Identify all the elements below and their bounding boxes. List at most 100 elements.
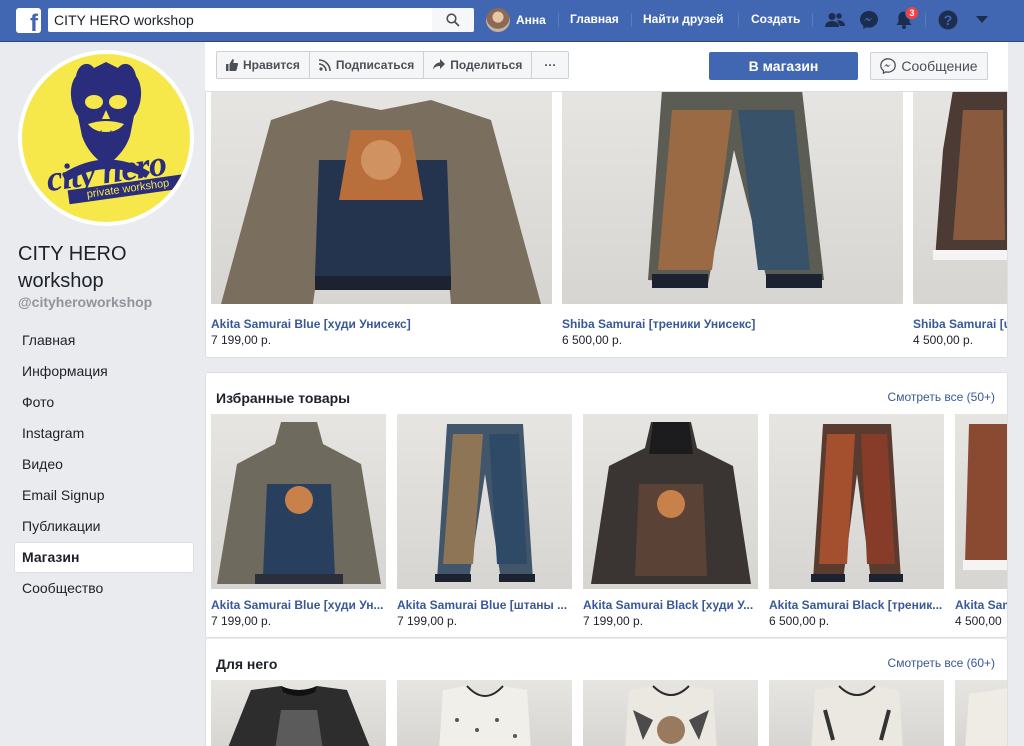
page-action-bar: Нравится Подписаться Поделиться ··· В ма… (205, 42, 1008, 92)
product-name[interactable]: Shiba Samurai [u (913, 317, 1007, 331)
follow-button-label: Подписаться (335, 58, 415, 72)
help-icon[interactable]: ? (937, 9, 959, 31)
product-image[interactable] (397, 414, 572, 589)
facebook-logo-icon[interactable]: f (16, 8, 41, 37)
page-title[interactable]: CITY HERO workshop (18, 241, 198, 295)
product-card[interactable] (583, 680, 758, 746)
product-card[interactable] (955, 680, 1007, 746)
top-navigation-bar: f Анна Главная Найти друзей Создать 3 ? (0, 0, 1024, 42)
search-button[interactable] (432, 8, 474, 32)
page-sidebar-nav: Главная Информация Фото Instagram Видео … (14, 325, 194, 604)
product-card[interactable]: Shiba Samurai [u 4 500,00 р. (913, 90, 1007, 350)
see-all-link[interactable]: Смотреть все (60+) (888, 656, 995, 670)
product-card[interactable]: Akita Samurai Blue [штаны ... 7 199,00 р… (397, 414, 572, 629)
messenger-icon[interactable] (858, 9, 880, 31)
profile-picture[interactable]: city hero private workshop (18, 50, 194, 226)
share-arrow-icon (433, 59, 446, 70)
sidebar-item-photos[interactable]: Фото (14, 387, 194, 418)
send-message-label: Сообщение (901, 58, 978, 74)
product-image[interactable] (583, 414, 758, 589)
nav-divider (925, 13, 926, 27)
product-card[interactable]: Shiba Samurai [треники Унисекс] 6 500,00… (562, 90, 903, 350)
more-dots-icon: ··· (544, 58, 557, 72)
sidebar-item-posts[interactable]: Публикации (14, 511, 194, 542)
product-card[interactable]: Akita Samurai Black [худи У... 7 199,00 … (583, 414, 758, 629)
for-him-section: Для него Смотреть все (60+) (205, 639, 1008, 746)
share-button-label: Поделиться (450, 58, 523, 72)
search-icon (446, 13, 460, 27)
profile-link[interactable]: Анна (486, 8, 546, 32)
like-button[interactable]: Нравится (217, 52, 310, 78)
product-price: 7 199,00 р. (211, 614, 272, 628)
sidebar-item-info[interactable]: Информация (14, 356, 194, 387)
avatar (486, 8, 510, 32)
brand-logo: city hero private workshop (22, 54, 190, 222)
product-card[interactable] (769, 680, 944, 746)
like-button-label: Нравится (243, 58, 300, 72)
send-message-button[interactable]: Сообщение (870, 52, 988, 80)
sidebar-item-shop[interactable]: Магазин (14, 542, 194, 573)
product-name[interactable]: Shiba Samurai [треники Унисекс] (562, 317, 903, 331)
product-image[interactable] (583, 680, 758, 746)
search-input[interactable] (48, 8, 432, 32)
thumbs-up-icon (226, 59, 238, 71)
sidebar-item-home[interactable]: Главная (14, 325, 194, 356)
product-name[interactable]: Akita Samurai Blue [штаны ... (397, 598, 572, 612)
see-all-link[interactable]: Смотреть все (50+) (888, 390, 995, 404)
share-button[interactable]: Поделиться (424, 52, 533, 78)
product-price: 7 199,00 р. (397, 614, 458, 628)
user-name: Анна (516, 13, 546, 27)
svg-text:?: ? (944, 12, 953, 28)
product-card[interactable]: Akita Samurai Black [треник... 6 500,00 … (769, 414, 944, 629)
featured-products-section: Избранные товары Смотреть все (50+) Akit… (205, 372, 1008, 638)
product-name[interactable]: Akita Samurai Blue [худи Ун... (211, 598, 386, 612)
product-image[interactable] (562, 90, 903, 304)
page-handle[interactable]: @cityheroworkshop (18, 294, 152, 310)
sidebar-item-email-signup[interactable]: Email Signup (14, 480, 194, 511)
nav-divider (558, 13, 559, 27)
go-to-shop-button[interactable]: В магазин (709, 52, 858, 80)
product-price: 6 500,00 р. (562, 333, 623, 347)
product-name[interactable]: Akita Samurai Blue [худи Унисекс] (211, 317, 552, 331)
nav-home-link[interactable]: Главная (570, 12, 619, 26)
nav-divider (812, 13, 813, 27)
facebook-logo-letter: f (30, 10, 38, 37)
more-options-button[interactable]: ··· (532, 52, 568, 78)
sidebar-item-instagram[interactable]: Instagram (14, 418, 194, 449)
messenger-icon (880, 58, 897, 74)
product-name[interactable]: Akita Samurai Black [худи У... (583, 598, 758, 612)
product-card[interactable] (397, 680, 572, 746)
chevron-down-icon[interactable] (971, 9, 993, 31)
product-name[interactable]: Akita Samurai Black [треник... (769, 598, 944, 612)
shop-products-section: Akita Samurai Blue [худи Унисекс] 7 199,… (205, 60, 1008, 358)
product-price: 7 199,00 р. (583, 614, 644, 628)
page-actions-group: Нравится Подписаться Поделиться ··· (216, 51, 570, 79)
sidebar-item-videos[interactable]: Видео (14, 449, 194, 480)
product-card[interactable]: Akita Samurai Blue [худи Ун... 7 199,00 … (211, 414, 386, 629)
product-image[interactable] (211, 680, 386, 746)
product-image[interactable] (913, 90, 1007, 304)
nav-create-link[interactable]: Создать (751, 12, 800, 26)
product-image[interactable] (769, 680, 944, 746)
section-title: Для него (216, 656, 278, 672)
friend-requests-icon[interactable] (824, 9, 846, 31)
nav-find-friends-link[interactable]: Найти друзей (643, 12, 723, 26)
product-name[interactable]: Akita Sam (955, 598, 1007, 612)
product-image[interactable] (397, 680, 572, 746)
product-image[interactable] (211, 414, 386, 589)
product-price: 4 500,00 (955, 614, 1002, 628)
product-image[interactable] (955, 680, 1007, 746)
sidebar-item-community[interactable]: Сообщество (14, 573, 194, 604)
nav-divider (738, 13, 739, 27)
product-price: 6 500,00 р. (769, 614, 830, 628)
product-image[interactable] (955, 414, 1007, 589)
product-card[interactable] (211, 680, 386, 746)
product-card[interactable]: Akita Samurai Blue [худи Унисекс] 7 199,… (211, 90, 552, 350)
follow-button[interactable]: Подписаться (310, 52, 425, 78)
section-title: Избранные товары (216, 390, 351, 406)
product-card[interactable]: Akita Sam 4 500,00 (955, 414, 1007, 629)
nav-divider (631, 13, 632, 27)
product-image[interactable] (211, 90, 552, 304)
notification-count-badge: 3 (905, 6, 919, 20)
product-image[interactable] (769, 414, 944, 589)
